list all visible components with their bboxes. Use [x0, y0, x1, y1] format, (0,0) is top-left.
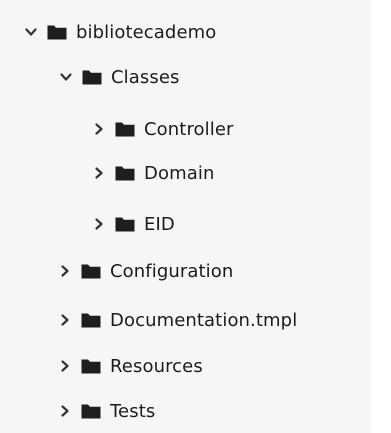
- file-tree: bibliotecademo Classes Controller Domain…: [0, 0, 371, 433]
- folder-icon: [115, 216, 135, 232]
- tree-item-label: EID: [144, 213, 175, 235]
- explorer-panel: bibliotecademo Classes Controller Domain…: [0, 0, 391, 433]
- tree-item-configuration[interactable]: Configuration: [58, 256, 233, 286]
- tree-item-resources[interactable]: Resources: [58, 351, 203, 381]
- tree-item-controller[interactable]: Controller: [92, 114, 234, 144]
- tree-item-domain[interactable]: Domain: [92, 158, 214, 188]
- tree-item-eid[interactable]: EID: [92, 209, 175, 239]
- chevron-down-icon[interactable]: [24, 25, 38, 39]
- chevron-right-icon[interactable]: [58, 313, 72, 327]
- tree-item-label: Resources: [110, 355, 203, 377]
- chevron-right-icon[interactable]: [58, 359, 72, 373]
- tree-item-bibliotecademo[interactable]: bibliotecademo: [24, 17, 216, 47]
- folder-icon: [81, 403, 101, 419]
- folder-icon: [47, 24, 67, 40]
- chevron-right-icon[interactable]: [58, 264, 72, 278]
- folder-icon: [81, 312, 101, 328]
- tree-item-label: Documentation.tmpl: [110, 309, 298, 331]
- tree-item-label: Domain: [144, 162, 215, 184]
- tree-item-label: bibliotecademo: [76, 21, 217, 43]
- tree-item-documentation[interactable]: Documentation.tmpl: [58, 305, 297, 335]
- panel-edge: [371, 0, 391, 433]
- chevron-right-icon[interactable]: [92, 122, 106, 136]
- folder-icon: [81, 263, 101, 279]
- folder-icon: [81, 358, 101, 374]
- tree-item-classes[interactable]: Classes: [59, 62, 180, 92]
- folder-icon: [115, 165, 135, 181]
- tree-item-label: Tests: [110, 400, 156, 422]
- folder-icon: [82, 69, 102, 85]
- chevron-right-icon[interactable]: [92, 166, 106, 180]
- tree-item-label: Classes: [111, 66, 180, 88]
- tree-item-label: Configuration: [110, 260, 234, 282]
- chevron-right-icon[interactable]: [92, 217, 106, 231]
- folder-icon: [115, 121, 135, 137]
- tree-item-label: Controller: [144, 118, 234, 140]
- tree-item-tests[interactable]: Tests: [58, 396, 155, 426]
- chevron-right-icon[interactable]: [58, 404, 72, 418]
- chevron-down-icon[interactable]: [59, 70, 73, 84]
